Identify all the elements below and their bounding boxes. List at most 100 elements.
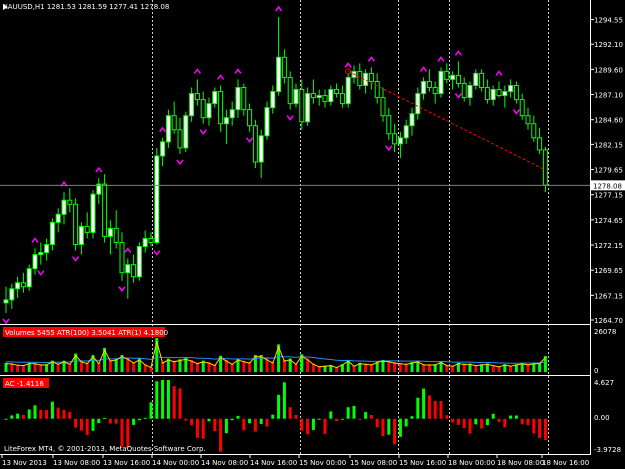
ac-bar	[74, 418, 78, 428]
ac-bar	[282, 382, 286, 419]
ac-bar	[491, 413, 495, 419]
candle-body	[426, 80, 432, 88]
time-tick-label: 13 Nov 08:00	[53, 459, 100, 467]
candle-body	[26, 268, 32, 288]
ac-bar	[398, 418, 402, 437]
candle-body	[258, 135, 264, 163]
ac-bar	[33, 405, 37, 419]
ac-bar	[114, 418, 118, 424]
ac-bar	[480, 418, 484, 429]
ac-bar	[532, 418, 536, 434]
candle-body	[305, 93, 311, 123]
ac-bar	[422, 388, 426, 419]
time-tick-label: 18 Nov 00:00	[448, 459, 495, 467]
ac-bar	[16, 413, 20, 419]
candle-body	[392, 133, 398, 145]
candle-body	[107, 227, 113, 237]
time-tick-label: 13 Nov 16:00	[103, 459, 150, 467]
copyright-footer: LiteForex MT4, © 2001-2013, MetaQuotes S…	[4, 445, 206, 453]
volume-bar	[108, 359, 112, 372]
price-tick-label: 1269.65	[594, 267, 623, 275]
candle-body	[165, 115, 171, 143]
candle-body	[502, 91, 508, 97]
ac-bar	[317, 418, 321, 420]
ac-bar	[259, 418, 263, 424]
candle-body	[415, 93, 421, 115]
candle-body	[177, 129, 183, 149]
ac-bar	[10, 415, 14, 419]
candle-body	[171, 115, 177, 131]
ac-bar	[427, 395, 431, 419]
ac-bar	[4, 418, 8, 420]
ac-bar	[236, 415, 240, 419]
candle-body	[20, 282, 26, 288]
price-tick-label: 1264.70	[594, 317, 623, 325]
time-tick-label: 14 Nov 16:00	[250, 459, 297, 467]
time-tick-label: 15 Nov 00:00	[299, 459, 346, 467]
price-tick-label: 1267.15	[594, 292, 623, 300]
price-tick-label: 1282.15	[594, 141, 623, 149]
candle-body	[55, 213, 61, 223]
candle-body	[450, 74, 456, 80]
candle-body	[206, 103, 212, 119]
volume-bar	[282, 359, 286, 372]
ac-bar	[277, 394, 281, 419]
candle-body	[9, 288, 15, 301]
candle-body	[345, 76, 351, 105]
candle-body	[102, 183, 108, 237]
candle-body	[84, 225, 90, 233]
candle-body	[148, 237, 154, 244]
current-price-label: 1278.08	[593, 182, 622, 190]
ac-bar	[300, 418, 304, 431]
candle-body	[32, 254, 38, 270]
main-header: XAUUSD,H1 1281.53 1281.59 1277.41 1278.0…	[3, 3, 169, 11]
candle-body	[334, 89, 340, 95]
ac-bar	[340, 418, 344, 420]
ac-bar	[433, 400, 437, 419]
ac-bar	[358, 418, 362, 420]
candle-body	[3, 299, 9, 304]
time-tick-label: 13 Nov 2013	[2, 459, 47, 467]
ac-axis-bottom: -3.9728	[594, 446, 621, 454]
candle-body	[252, 125, 258, 163]
candle-body	[310, 93, 316, 99]
ac-bar	[62, 409, 66, 419]
candle-body	[235, 87, 241, 111]
ac-bar	[509, 415, 513, 419]
ac-bar	[21, 414, 25, 419]
ac-bar	[97, 418, 101, 424]
ac-bar	[462, 418, 466, 428]
candle-body	[542, 149, 548, 186]
candle-body	[490, 89, 496, 101]
ac-bar	[56, 407, 60, 419]
candle-body	[397, 137, 403, 145]
ac-bar	[253, 418, 257, 432]
candle-body	[136, 246, 142, 278]
candle-body	[200, 99, 206, 119]
ac-bar	[27, 409, 31, 419]
candle-body	[368, 72, 374, 82]
candle-body	[154, 155, 160, 243]
ac-bar	[329, 411, 333, 419]
volume-bar	[172, 360, 176, 372]
candle-body	[293, 89, 299, 105]
candle-body	[461, 82, 467, 99]
ac-bar	[68, 411, 72, 419]
ac-bar	[416, 397, 420, 419]
candle-body	[357, 70, 363, 86]
candle-body	[223, 117, 229, 125]
ac-bar	[155, 381, 159, 419]
price-tick-label: 1292.10	[594, 41, 623, 49]
ac-bar	[346, 407, 350, 419]
ac-bar	[456, 418, 460, 425]
price-tick-label: 1287.10	[594, 92, 623, 100]
ac-bar	[103, 417, 107, 419]
ac-bar	[294, 414, 298, 419]
ac-bar	[195, 418, 199, 438]
ac-bar	[224, 418, 228, 434]
trading-chart[interactable]: 1294.55 1292.10 1289.60 1287.10 1284.60 1282.…	[0, 0, 625, 469]
candle-body	[67, 199, 73, 205]
ac-bar	[404, 418, 408, 427]
candle-body	[264, 107, 270, 137]
candle-body	[444, 70, 450, 80]
